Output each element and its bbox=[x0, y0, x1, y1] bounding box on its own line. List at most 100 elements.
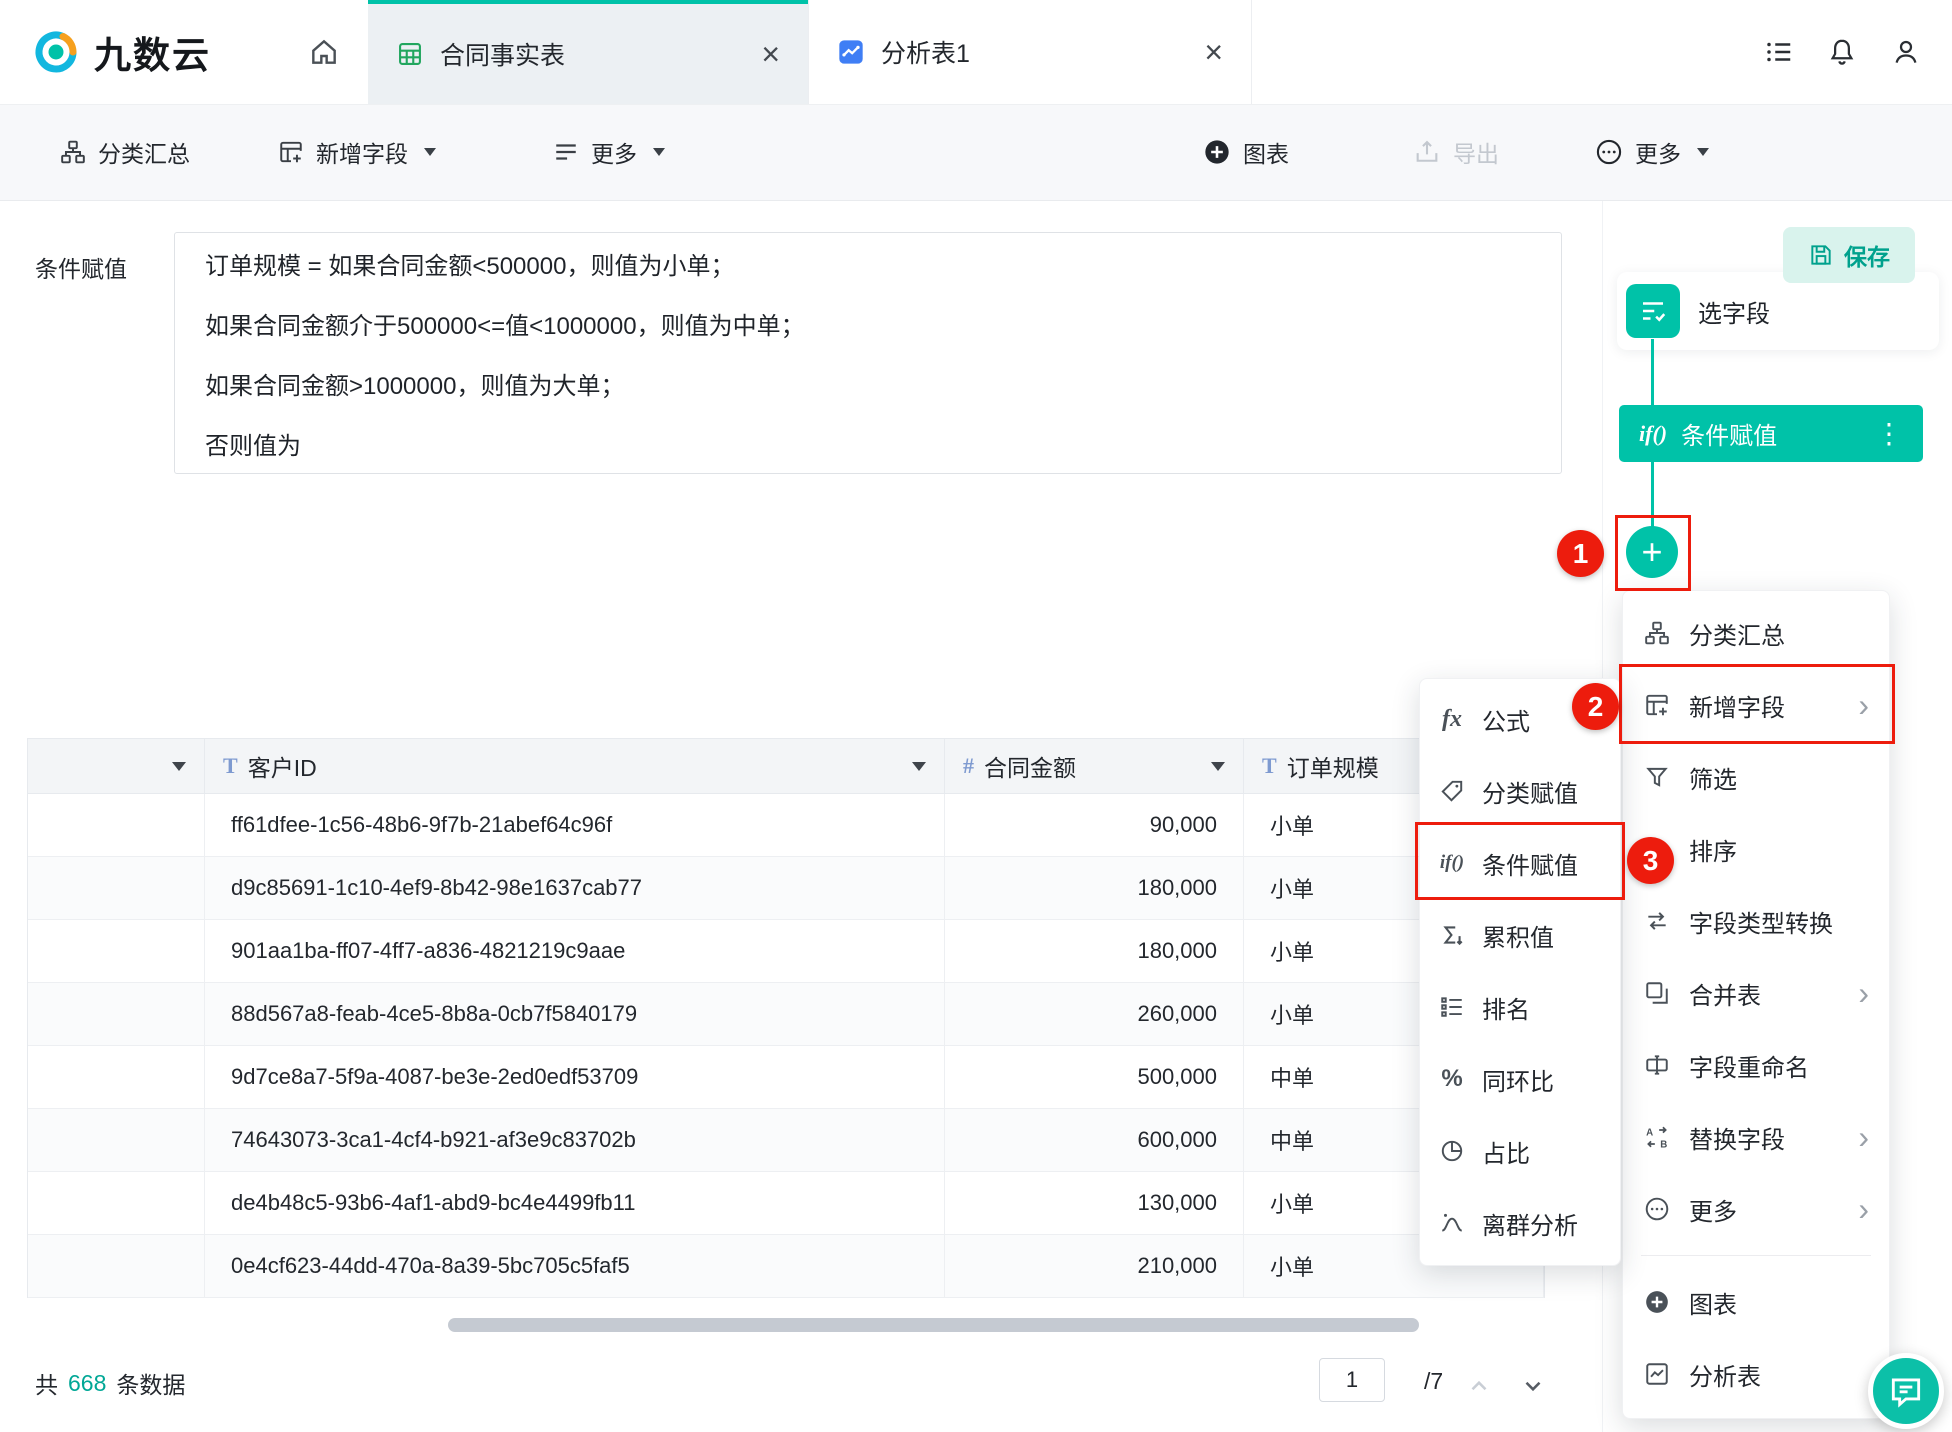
cell-customer-id: 9d7ce8a7-5f9a-4087-be3e-2ed0edf53709 bbox=[205, 1046, 945, 1109]
cell-hidden bbox=[28, 1235, 205, 1298]
page-total-label: /7 bbox=[1424, 1368, 1443, 1395]
cell-hidden bbox=[28, 794, 205, 857]
next-page-button[interactable] bbox=[1512, 1366, 1554, 1406]
user-profile-icon[interactable] bbox=[1891, 37, 1921, 67]
table-header-hidden-column[interactable] bbox=[28, 739, 205, 794]
edit-toolbar: 分类汇总 新增字段 更多 图表 导出 更多 保 bbox=[0, 104, 1952, 201]
submenu-item-ranking[interactable]: 排名 bbox=[1420, 971, 1620, 1043]
submenu-item-label: 分类赋值 bbox=[1482, 774, 1578, 809]
flow-node-select-field[interactable]: 选字段 bbox=[1626, 284, 1770, 338]
chevron-down-icon bbox=[424, 148, 436, 156]
customer-service-chat-button[interactable] bbox=[1868, 1353, 1944, 1429]
filter-caret-icon[interactable] bbox=[1211, 762, 1225, 771]
menu-item-label: 分析表 bbox=[1689, 1357, 1761, 1392]
cell-hidden bbox=[28, 857, 205, 920]
menu-item-chart[interactable]: 图表 bbox=[1623, 1266, 1889, 1338]
more-tools-button[interactable]: 更多 bbox=[553, 104, 665, 200]
table-header-contract-amount[interactable]: # 合同金额 bbox=[945, 739, 1244, 794]
menu-item-field-type-convert[interactable]: 字段类型转换 bbox=[1623, 885, 1889, 957]
table-row: 88d567a8-feab-4ce5-8b8a-0cb7f5840179260,… bbox=[28, 983, 1544, 1046]
menu-item-add-field[interactable]: 新增字段 › bbox=[1623, 669, 1889, 741]
submenu-item-label: 条件赋值 bbox=[1482, 846, 1578, 881]
close-tab-icon[interactable]: × bbox=[1204, 36, 1223, 68]
menu-item-analysis-table[interactable]: 分析表 bbox=[1623, 1338, 1889, 1410]
chevron-right-icon: › bbox=[1858, 1121, 1869, 1153]
table-header-customer-id[interactable]: T 客户ID bbox=[205, 739, 945, 794]
text-type-icon: T bbox=[1262, 753, 1277, 779]
cell-hidden bbox=[28, 920, 205, 983]
circle-more-icon bbox=[1643, 1196, 1671, 1222]
cell-customer-id: 901aa1ba-ff07-4ff7-a836-4821219c9aae bbox=[205, 920, 945, 983]
submenu-item-outlier-analysis[interactable]: 离群分析 bbox=[1420, 1187, 1620, 1259]
menu-item-filter[interactable]: 筛选 bbox=[1623, 741, 1889, 813]
menu-item-group-summary[interactable]: 分类汇总 bbox=[1623, 597, 1889, 669]
export-label: 导出 bbox=[1453, 135, 1499, 169]
menu-item-more[interactable]: 更多 › bbox=[1623, 1173, 1889, 1245]
more-options-icon[interactable]: ⋮ bbox=[1875, 420, 1903, 448]
filter-caret-icon[interactable] bbox=[172, 762, 186, 771]
formula-editor[interactable]: 订单规模 = 如果合同金额<500000，则值为小单； 如果合同金额介于5000… bbox=[174, 232, 1562, 474]
step-3-badge: 3 bbox=[1627, 837, 1674, 884]
submenu-item-proportion[interactable]: 占比 bbox=[1420, 1115, 1620, 1187]
submenu-item-period-compare[interactable]: % 同环比 bbox=[1420, 1043, 1620, 1115]
submenu-item-condition-assign[interactable]: if() 条件赋值 bbox=[1420, 827, 1620, 899]
table-header-row: T 客户ID # 合同金额 T 订单规模 bbox=[28, 739, 1544, 794]
previous-page-button[interactable] bbox=[1458, 1366, 1500, 1406]
submenu-item-label: 公式 bbox=[1482, 702, 1530, 737]
menu-item-label: 更多 bbox=[1689, 1192, 1737, 1227]
export-button[interactable]: 导出 bbox=[1413, 104, 1499, 200]
notification-bell-icon[interactable] bbox=[1827, 37, 1857, 67]
submenu-item-category-assign[interactable]: 分类赋值 bbox=[1420, 755, 1620, 827]
tab-contract-fact-table[interactable]: 合同事实表 × bbox=[368, 0, 808, 104]
home-button[interactable] bbox=[292, 0, 356, 104]
close-tab-icon[interactable]: × bbox=[761, 38, 780, 70]
cell-amount: 260,000 bbox=[945, 983, 1244, 1046]
submenu-item-cumulative[interactable]: 累积值 bbox=[1420, 899, 1620, 971]
submenu-item-label: 同环比 bbox=[1482, 1062, 1554, 1097]
submenu-item-label: 累积值 bbox=[1482, 918, 1554, 953]
cell-amount: 500,000 bbox=[945, 1046, 1244, 1109]
save-button[interactable]: 保存 bbox=[1783, 227, 1915, 283]
menu-item-label: 筛选 bbox=[1689, 760, 1737, 795]
more-actions-button[interactable]: 更多 bbox=[1595, 104, 1709, 200]
menu-item-label: 图表 bbox=[1689, 1285, 1737, 1320]
table-plus-icon bbox=[278, 139, 304, 165]
svg-text:B: B bbox=[1660, 1139, 1667, 1150]
flow-node-condition-assign[interactable]: if() 条件赋值 ⋮ bbox=[1619, 405, 1923, 462]
chevron-right-icon: › bbox=[1858, 977, 1869, 1009]
menu-item-label: 替换字段 bbox=[1689, 1120, 1785, 1155]
app-logo[interactable]: 九数云 bbox=[32, 0, 211, 104]
table-plus-icon bbox=[1643, 692, 1671, 718]
cell-hidden bbox=[28, 1109, 205, 1172]
add-step-button[interactable]: + bbox=[1626, 526, 1678, 578]
menu-item-merge-table[interactable]: 合并表 › bbox=[1623, 957, 1889, 1029]
more-tools-label: 更多 bbox=[591, 135, 637, 169]
filter-caret-icon[interactable] bbox=[912, 762, 926, 771]
total-suffix: 条数据 bbox=[116, 1366, 185, 1400]
add-field-submenu: fx 公式 分类赋值 if() 条件赋值 累积值 排名 % 同环比 占比 bbox=[1419, 678, 1621, 1266]
table-row: 74643073-3ca1-4cf4-b921-af3e9c83702b600,… bbox=[28, 1109, 1544, 1172]
group-summary-button[interactable]: 分类汇总 bbox=[60, 104, 190, 200]
add-field-button[interactable]: 新增字段 bbox=[278, 104, 436, 200]
menu-item-replace-field[interactable]: AB 替换字段 › bbox=[1623, 1101, 1889, 1173]
table-row: ff61dfee-1c56-48b6-9f7b-21abef64c96f90,0… bbox=[28, 794, 1544, 857]
column-label: 客户ID bbox=[248, 749, 317, 783]
horizontal-scrollbar[interactable] bbox=[448, 1318, 1419, 1332]
condition-node-label: 条件赋值 bbox=[1681, 416, 1777, 451]
plus-circle-icon bbox=[1203, 138, 1231, 166]
swap-arrows-icon bbox=[1643, 908, 1671, 934]
sigma-icon bbox=[1438, 922, 1466, 948]
sitemap-icon bbox=[60, 139, 86, 165]
add-chart-label: 图表 bbox=[1243, 135, 1289, 169]
menu-item-rename-field[interactable]: 字段重命名 bbox=[1623, 1029, 1889, 1101]
tab-label: 合同事实表 bbox=[440, 36, 565, 72]
rank-list-icon bbox=[1438, 994, 1466, 1020]
total-count: 668 bbox=[68, 1370, 106, 1397]
formula-line: 如果合同金额介于500000<=值<1000000，则值为中单； bbox=[205, 297, 1531, 357]
outline-list-icon[interactable] bbox=[1764, 37, 1794, 67]
add-chart-button[interactable]: 图表 bbox=[1203, 104, 1289, 200]
number-type-icon: # bbox=[963, 753, 974, 779]
svg-text:A: A bbox=[1646, 1127, 1653, 1138]
tab-analysis-table[interactable]: 分析表1 × bbox=[808, 0, 1252, 104]
page-number-input[interactable] bbox=[1319, 1358, 1385, 1402]
